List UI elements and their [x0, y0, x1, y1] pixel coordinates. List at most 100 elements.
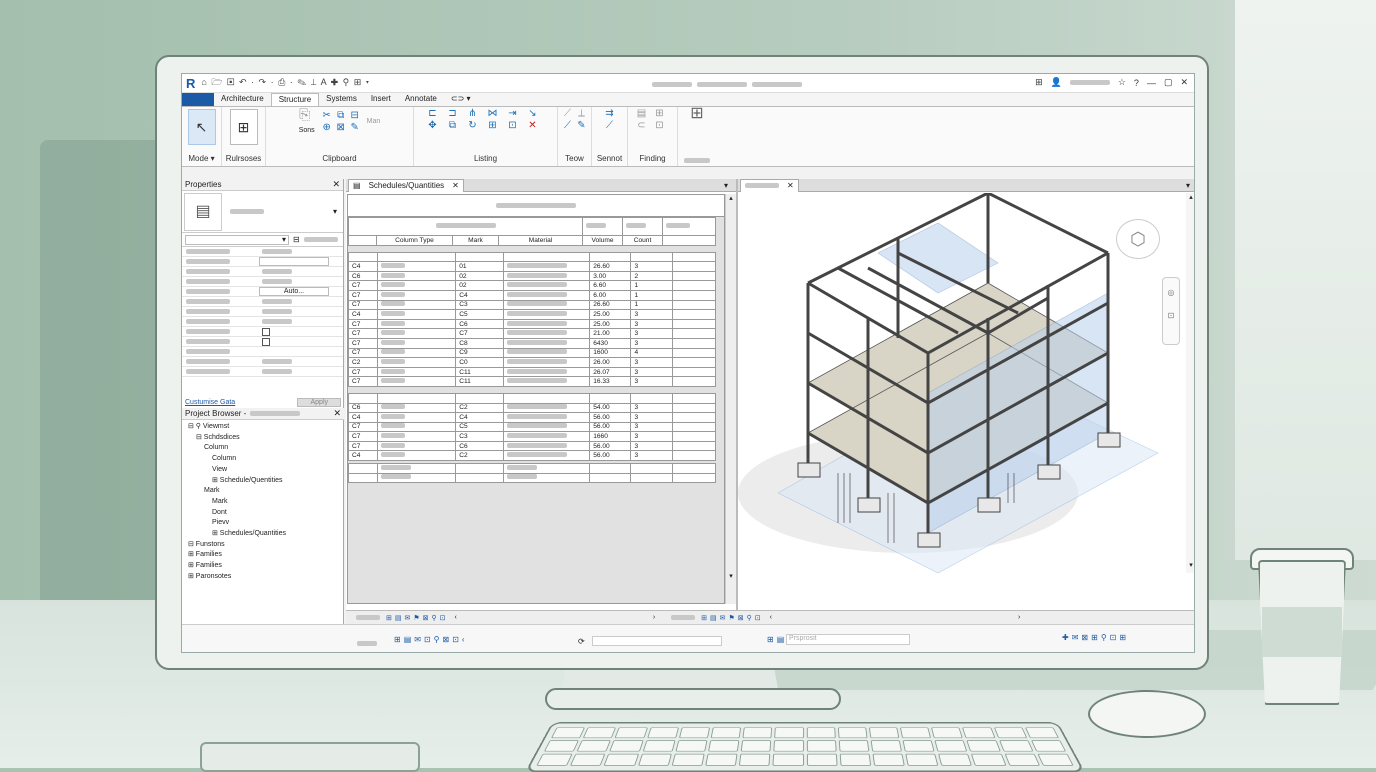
- offset-icon[interactable]: ⊐: [447, 109, 459, 119]
- scroll-left-icon[interactable]: ‹: [770, 614, 772, 621]
- move-icon[interactable]: ✥: [427, 121, 439, 131]
- close-icon[interactable]: ✕: [333, 408, 341, 419]
- table-cell[interactable]: C9: [456, 348, 503, 358]
- table-cell[interactable]: C7: [349, 319, 378, 329]
- table-row[interactable]: C7 C4 6.00 1: [349, 290, 716, 300]
- measure-icon[interactable]: ⟋: [562, 109, 574, 119]
- table-cell[interactable]: 02: [456, 271, 503, 281]
- browser-item[interactable]: Column: [188, 454, 286, 465]
- table-cell[interactable]: [503, 252, 590, 262]
- column-header[interactable]: Material: [499, 236, 583, 246]
- table-cell[interactable]: [503, 358, 590, 368]
- table-cell[interactable]: 1660: [590, 432, 631, 442]
- table-row[interactable]: C7 C9 1600 4: [349, 348, 716, 358]
- table-cell[interactable]: [672, 473, 715, 483]
- dim-icon[interactable]: ⟂: [576, 109, 588, 119]
- table-cell[interactable]: 3: [631, 329, 672, 339]
- column-header[interactable]: Column Type: [377, 236, 453, 246]
- column-header[interactable]: [349, 236, 377, 246]
- user-icon[interactable]: 👤: [1051, 77, 1062, 88]
- table-cell[interactable]: 16.33: [590, 377, 631, 387]
- sync-icon[interactable]: ⟳: [578, 637, 585, 646]
- chevron-down-icon[interactable]: ▾: [1186, 181, 1190, 190]
- table-cell[interactable]: C2: [456, 451, 503, 461]
- table-cell[interactable]: 56.00: [590, 413, 631, 423]
- create-icon[interactable]: ⇉: [600, 109, 620, 119]
- table-cell[interactable]: C6: [456, 441, 503, 451]
- close-button[interactable]: ✕: [1180, 77, 1188, 88]
- filter-dropdown[interactable]: ▾: [185, 235, 289, 245]
- table-cell[interactable]: [377, 329, 455, 339]
- table-cell[interactable]: [377, 413, 455, 423]
- property-row[interactable]: [182, 247, 343, 257]
- modify-icon[interactable]: ↖: [188, 109, 216, 145]
- table-cell[interactable]: [377, 367, 455, 377]
- tab-systems[interactable]: Systems: [319, 93, 364, 106]
- scroll-right-icon[interactable]: ›: [653, 614, 655, 621]
- star-icon[interactable]: ☆: [1118, 77, 1126, 88]
- minimize-button[interactable]: —: [1147, 78, 1156, 88]
- table-cell[interactable]: C11: [456, 377, 503, 387]
- table-cell[interactable]: 3: [631, 262, 672, 272]
- table-cell[interactable]: [631, 473, 672, 483]
- table-cell[interactable]: [503, 451, 590, 461]
- table-cell[interactable]: [503, 319, 590, 329]
- table-cell[interactable]: [377, 464, 455, 474]
- table-cell[interactable]: [503, 367, 590, 377]
- table-cell[interactable]: [631, 252, 672, 262]
- workset-field[interactable]: Prsprosit: [786, 634, 910, 645]
- table-row[interactable]: C7 C11 26.07 3: [349, 367, 716, 377]
- table-cell[interactable]: [377, 358, 455, 368]
- close-icon[interactable]: ✕: [332, 179, 340, 190]
- table-row[interactable]: C7 C11 16.33 3: [349, 377, 716, 387]
- table-cell[interactable]: C7: [349, 281, 378, 291]
- property-row[interactable]: [182, 267, 343, 277]
- search-icon[interactable]: ⊞: [1035, 77, 1043, 88]
- table-cell[interactable]: [503, 432, 590, 442]
- table-cell[interactable]: [631, 393, 672, 403]
- tab-file[interactable]: [182, 93, 214, 106]
- property-row[interactable]: [182, 347, 343, 357]
- table-cell[interactable]: 56.00: [590, 422, 631, 432]
- edit-type-icon[interactable]: ⊟: [293, 235, 300, 244]
- tab-architecture[interactable]: Architecture: [214, 93, 271, 106]
- table-cell[interactable]: [503, 377, 590, 387]
- table-cell[interactable]: 3: [631, 441, 672, 451]
- apply-button[interactable]: Apply: [297, 398, 341, 407]
- table-cell[interactable]: 3: [631, 451, 672, 461]
- join-icon[interactable]: ⊟: [349, 111, 361, 121]
- pan-icon[interactable]: ◎: [1163, 288, 1179, 297]
- table-cell[interactable]: C3: [456, 300, 503, 310]
- type-selector[interactable]: ▤ ▾: [182, 191, 343, 233]
- vertical-scrollbar[interactable]: ▴ ▾: [1186, 193, 1195, 573]
- table-cell[interactable]: [503, 422, 590, 432]
- copy-icon[interactable]: ⧉: [335, 111, 347, 121]
- table-row[interactable]: C7 C6 25.00 3: [349, 319, 716, 329]
- table-cell[interactable]: [672, 358, 715, 368]
- table-cell[interactable]: [672, 451, 715, 461]
- table-cell[interactable]: [377, 422, 455, 432]
- table-cell[interactable]: [503, 281, 590, 291]
- table-cell[interactable]: 3: [631, 413, 672, 423]
- view-controls-icons[interactable]: ⊞▤✉⚑⊠⚲⊡: [386, 614, 448, 622]
- browser-item[interactable]: ⊞ Schedules/Quantities: [188, 529, 286, 540]
- table-row[interactable]: C7 C8 6430 3: [349, 338, 716, 348]
- browser-item[interactable]: View: [188, 465, 286, 476]
- match-icon[interactable]: ⊕: [321, 123, 333, 133]
- table-cell[interactable]: C5: [456, 422, 503, 432]
- help-icon[interactable]: ?: [1134, 78, 1139, 88]
- column-header[interactable]: Mark: [453, 236, 499, 246]
- table-row[interactable]: C6 C2 54.00 3: [349, 403, 716, 413]
- mirror-draw-icon[interactable]: ⋈: [487, 109, 499, 119]
- table-row[interactable]: C7 C5 56.00 3: [349, 422, 716, 432]
- table-cell[interactable]: [503, 393, 590, 403]
- table-cell[interactable]: C2: [456, 403, 503, 413]
- table-cell[interactable]: [503, 348, 590, 358]
- table-row[interactable]: [349, 464, 716, 474]
- table-cell[interactable]: [672, 290, 715, 300]
- group-icon[interactable]: ⊡: [654, 121, 666, 131]
- table-cell[interactable]: C2: [349, 358, 378, 368]
- table-cell[interactable]: [349, 464, 378, 474]
- property-checkbox[interactable]: [262, 338, 270, 346]
- browser-item[interactable]: ⊟ Funstons: [188, 540, 286, 551]
